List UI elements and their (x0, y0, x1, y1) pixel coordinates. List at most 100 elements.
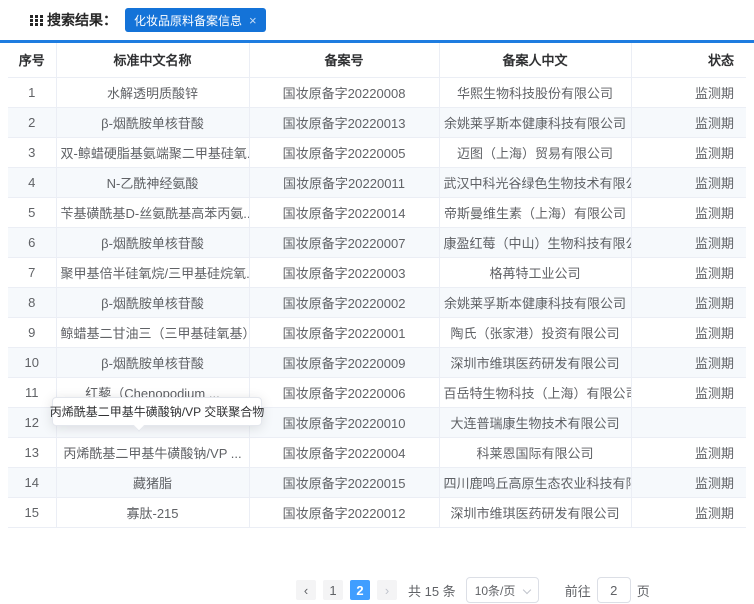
table-cell-no: 8 (8, 287, 56, 317)
results-table: 序号标准中文名称备案号备案人中文状态 1水解透明质酸锌国妆原备字20220008… (8, 43, 746, 528)
table-cell-registrant: 百岳特生物科技（上海）有限公司 (439, 377, 631, 407)
table-cell-registrant: 华熙生物科技股份有限公司 (439, 77, 631, 107)
column-header: 备案人中文 (439, 43, 631, 77)
table-cell-registrant: 四川鹿鸣丘高原生态农业科技有限... (439, 467, 631, 497)
filter-tag[interactable]: 化妆品原料备案信息 × (125, 8, 266, 32)
chevron-down-icon (522, 586, 530, 594)
table-cell-no: 4 (8, 167, 56, 197)
table-cell-registrant: 武汉中科光谷绿色生物技术有限公... (439, 167, 631, 197)
table-cell-registrant: 深圳市维琪医药研发有限公司 (439, 497, 631, 527)
table-cell-reg_no: 国妆原备字20220006 (249, 377, 439, 407)
table-cell-name: 水解透明质酸锌 (56, 77, 249, 107)
table-cell-reg_no: 国妆原备字20220011 (249, 167, 439, 197)
goto-suffix-label: 页 (637, 581, 650, 600)
table-cell-registrant: 科莱恩国际有限公司 (439, 437, 631, 467)
table-cell-name: 鲸蜡基二甘油三（三甲基硅氧基）... (56, 317, 249, 347)
table-cell-status: 监测期 (631, 377, 746, 407)
table-cell-no: 10 (8, 347, 56, 377)
table-cell-status: 监测期 (631, 257, 746, 287)
next-page-button[interactable]: › (377, 580, 397, 600)
table-cell-reg_no: 国妆原备字20220005 (249, 137, 439, 167)
table-cell-no: 1 (8, 77, 56, 107)
table-cell-registrant: 康盈红莓（中山）生物科技有限公... (439, 227, 631, 257)
table-cell-no: 6 (8, 227, 56, 257)
table-cell-status: 监测期 (631, 167, 746, 197)
table-cell-status: 监测期 (631, 227, 746, 257)
page-size-value: 10条/页 (475, 582, 516, 599)
table-cell-reg_no: 国妆原备字20220012 (249, 497, 439, 527)
table-row[interactable]: 5苄基磺酰基D-丝氨酰基高苯丙氨...国妆原备字20220014帝斯曼维生素（上… (8, 197, 746, 227)
search-results-page: 搜索结果： 化妆品原料备案信息 × 序号标准中文名称备案号备案人中文状态 1水解… (0, 0, 754, 604)
goto-page-group: 前往 页 (565, 577, 650, 603)
table-cell-status: 监测期 (631, 317, 746, 347)
page-button-1[interactable]: 1 (323, 580, 343, 600)
table-cell-name: N-乙酰神经氨酸 (56, 167, 249, 197)
table-cell-status: 监测期 (631, 467, 746, 497)
table-cell-status: 监测期 (631, 437, 746, 467)
table-cell-registrant: 帝斯曼维生素（上海）有限公司 (439, 197, 631, 227)
grid-icon (30, 15, 43, 26)
table-cell-reg_no: 国妆原备字20220010 (249, 407, 439, 437)
table-cell-reg_no: 国妆原备字20220003 (249, 257, 439, 287)
table-cell-registrant: 陶氏（张家港）投资有限公司 (439, 317, 631, 347)
table-cell-no: 15 (8, 497, 56, 527)
table-row[interactable]: 15寡肽-215国妆原备字20220012深圳市维琪医药研发有限公司监测期 (8, 497, 746, 527)
table-cell-status: 监测期 (631, 347, 746, 377)
table-cell-reg_no: 国妆原备字20220009 (249, 347, 439, 377)
column-header: 标准中文名称 (56, 43, 249, 77)
table-row[interactable]: 8β-烟酰胺单核苷酸国妆原备字20220002余姚莱孚斯本健康科技有限公司监测期 (8, 287, 746, 317)
table-cell-no: 9 (8, 317, 56, 347)
table-cell-status: 监测期 (631, 287, 746, 317)
table-cell-name: β-烟酰胺单核苷酸 (56, 347, 249, 377)
table-row[interactable]: 4N-乙酰神经氨酸国妆原备字20220011武汉中科光谷绿色生物技术有限公...… (8, 167, 746, 197)
filter-tag-label: 化妆品原料备案信息 (134, 12, 242, 29)
table-cell-status: 监测期 (631, 107, 746, 137)
cell-tooltip: 丙烯酰基二甲基牛磺酸钠/VP 交联聚合物 (52, 397, 262, 426)
table-row[interactable]: 2β-烟酰胺单核苷酸国妆原备字20220013余姚莱孚斯本健康科技有限公司监测期 (8, 107, 746, 137)
pagination: ‹ 1 2 › 共 15 条 10条/页 前往 页 (296, 577, 650, 603)
results-header: 搜索结果： 化妆品原料备案信息 × (0, 0, 754, 40)
results-label: 搜索结果： (47, 10, 117, 30)
column-header: 序号 (8, 43, 56, 77)
table-cell-registrant: 格苒特工业公司 (439, 257, 631, 287)
table-cell-reg_no: 国妆原备字20220014 (249, 197, 439, 227)
column-header: 状态 (631, 43, 746, 77)
page-button-2[interactable]: 2 (350, 580, 370, 600)
table-row[interactable]: 1水解透明质酸锌国妆原备字20220008华熙生物科技股份有限公司监测期 (8, 77, 746, 107)
table-cell-status: 监测期 (631, 497, 746, 527)
table-row[interactable]: 9鲸蜡基二甘油三（三甲基硅氧基）...国妆原备字20220001陶氏（张家港）投… (8, 317, 746, 347)
table-cell-registrant: 深圳市维琪医药研发有限公司 (439, 347, 631, 377)
tag-close-icon[interactable]: × (249, 14, 257, 27)
table-cell-no: 14 (8, 467, 56, 497)
goto-label: 前往 (565, 581, 591, 600)
table-cell-registrant: 余姚莱孚斯本健康科技有限公司 (439, 107, 631, 137)
table-cell-status: 监测期 (631, 137, 746, 167)
table-row[interactable]: 13丙烯酰基二甲基牛磺酸钠/VP ...国妆原备字20220004科莱恩国际有限… (8, 437, 746, 467)
table-cell-registrant: 大连普瑞康生物技术有限公司 (439, 407, 631, 437)
table-cell-reg_no: 国妆原备字20220004 (249, 437, 439, 467)
goto-page-input[interactable] (597, 577, 631, 603)
table-cell-no: 13 (8, 437, 56, 467)
table-cell-name: 藏猪脂 (56, 467, 249, 497)
table-cell-name: β-烟酰胺单核苷酸 (56, 107, 249, 137)
table-cell-name: 双-鲸蜡硬脂基氨端聚二甲基硅氧... (56, 137, 249, 167)
table-cell-status (631, 407, 746, 437)
table-cell-name: 丙烯酰基二甲基牛磺酸钠/VP ... (56, 437, 249, 467)
table-cell-name: 苄基磺酰基D-丝氨酰基高苯丙氨... (56, 197, 249, 227)
column-header: 备案号 (249, 43, 439, 77)
table-row[interactable]: 6β-烟酰胺单核苷酸国妆原备字20220007康盈红莓（中山）生物科技有限公..… (8, 227, 746, 257)
table-cell-status: 监测期 (631, 77, 746, 107)
table-cell-registrant: 余姚莱孚斯本健康科技有限公司 (439, 287, 631, 317)
table-row[interactable]: 3双-鲸蜡硬脂基氨端聚二甲基硅氧...国妆原备字20220005迈图（上海）贸易… (8, 137, 746, 167)
table-cell-no: 3 (8, 137, 56, 167)
table-cell-reg_no: 国妆原备字20220001 (249, 317, 439, 347)
table-row[interactable]: 10β-烟酰胺单核苷酸国妆原备字20220009深圳市维琪医药研发有限公司监测期 (8, 347, 746, 377)
total-count-label: 共 15 条 (408, 581, 456, 600)
table-row[interactable]: 7聚甲基倍半硅氧烷/三甲基硅烷氧...国妆原备字20220003格苒特工业公司监… (8, 257, 746, 287)
table-row[interactable]: 14藏猪脂国妆原备字20220015四川鹿鸣丘高原生态农业科技有限...监测期 (8, 467, 746, 497)
prev-page-button[interactable]: ‹ (296, 580, 316, 600)
table-cell-no: 7 (8, 257, 56, 287)
table-cell-reg_no: 国妆原备字20220007 (249, 227, 439, 257)
table-cell-name: 寡肽-215 (56, 497, 249, 527)
page-size-select[interactable]: 10条/页 (466, 577, 539, 603)
